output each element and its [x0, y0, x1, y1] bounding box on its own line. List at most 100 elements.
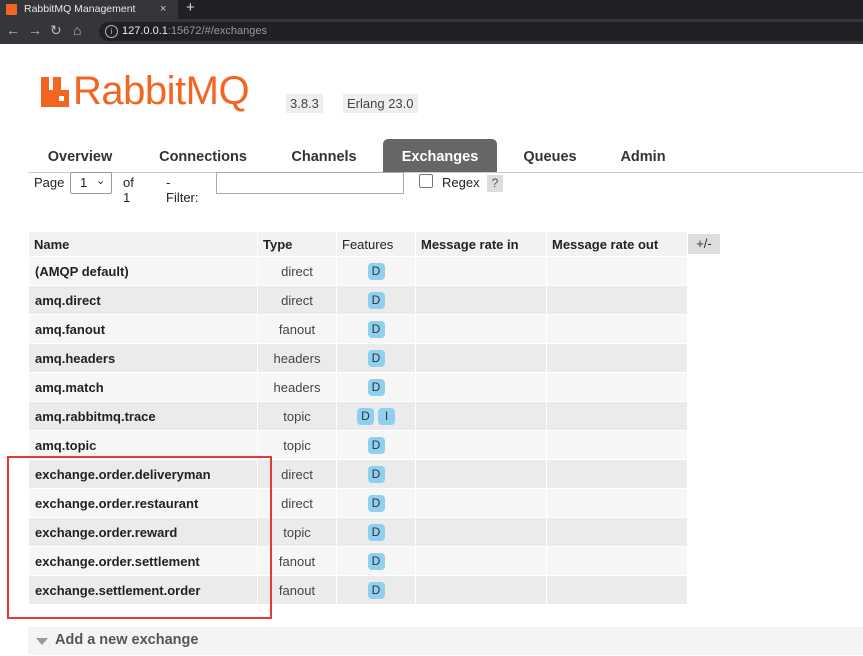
- message-rate-out: [546, 285, 688, 315]
- main-nav: Overview Connections Channels Exchanges …: [28, 139, 863, 173]
- tab-queues[interactable]: Queues: [512, 139, 588, 173]
- page-label: Page: [34, 175, 65, 190]
- message-rate-out: [546, 517, 688, 547]
- message-rate-in: [415, 343, 547, 373]
- message-rate-out: [546, 343, 688, 373]
- exchange-features: D: [336, 372, 416, 402]
- message-rate-out: [546, 401, 688, 431]
- feature-badge: D: [367, 494, 385, 512]
- exchange-name-link[interactable]: amq.direct: [28, 285, 258, 315]
- regex-checkbox[interactable]: [419, 174, 433, 188]
- message-rate-out: [546, 314, 688, 344]
- message-rate-out: [546, 546, 688, 576]
- message-rate-in: [415, 575, 547, 605]
- browser-tab[interactable]: RabbitMQ Management ×: [0, 0, 178, 19]
- info-icon[interactable]: i: [105, 25, 118, 38]
- message-rate-in: [415, 256, 547, 286]
- new-tab-icon[interactable]: +: [186, 0, 195, 16]
- address-bar[interactable]: i 127.0.0.1:15672/#/exchanges: [99, 22, 863, 41]
- reload-icon[interactable]: ↻: [50, 22, 62, 39]
- exchange-features: D: [336, 314, 416, 344]
- browser-tabbar: RabbitMQ Management × +: [0, 0, 863, 19]
- exchange-type: topic: [257, 401, 337, 431]
- tab-exchanges[interactable]: Exchanges: [383, 139, 497, 173]
- columns-toggle-button[interactable]: +/-: [688, 234, 720, 254]
- exchange-name-link[interactable]: (AMQP default): [28, 256, 258, 286]
- message-rate-out: [546, 488, 688, 518]
- table-row: amq.direct direct D: [28, 285, 688, 315]
- page-select-value: 1: [80, 175, 88, 190]
- highlight-box: [7, 456, 272, 619]
- column-header-features: Features: [336, 231, 416, 257]
- message-rate-in: [415, 488, 547, 518]
- column-header-name[interactable]: Name: [28, 231, 258, 257]
- exchange-features: DI: [336, 401, 416, 431]
- feature-badge: D: [367, 378, 385, 396]
- filter-input[interactable]: [216, 172, 404, 194]
- message-rate-out: [546, 372, 688, 402]
- exchange-features: D: [336, 285, 416, 315]
- table-row: amq.fanout fanout D: [28, 314, 688, 344]
- table-row: amq.headers headers D: [28, 343, 688, 373]
- add-exchange-section[interactable]: Add a new exchange: [28, 627, 863, 655]
- feature-badge: I: [378, 407, 395, 425]
- exchange-name-link[interactable]: amq.match: [28, 372, 258, 402]
- home-icon[interactable]: ⌂: [73, 22, 81, 38]
- message-rate-out: [546, 459, 688, 489]
- help-icon[interactable]: ?: [487, 175, 503, 192]
- column-header-type[interactable]: Type: [257, 231, 337, 257]
- add-exchange-label: Add a new exchange: [55, 632, 199, 648]
- page-select[interactable]: 1 ⌄: [70, 172, 112, 194]
- exchange-features: D: [336, 488, 416, 518]
- erlang-version-badge: Erlang 23.0: [343, 94, 418, 113]
- exchange-features: D: [336, 546, 416, 576]
- tab-channels[interactable]: Channels: [278, 139, 370, 173]
- feature-badge: D: [367, 581, 385, 599]
- rabbitmq-logo-icon: [41, 77, 69, 107]
- exchange-features: D: [336, 575, 416, 605]
- message-rate-out: [546, 256, 688, 286]
- message-rate-in: [415, 372, 547, 402]
- feature-badge: D: [367, 262, 385, 280]
- table-row: amq.match headers D: [28, 372, 688, 402]
- message-rate-in: [415, 314, 547, 344]
- table-row: (AMQP default) direct D: [28, 256, 688, 286]
- tab-admin[interactable]: Admin: [606, 139, 680, 173]
- exchange-type: fanout: [257, 314, 337, 344]
- message-rate-in: [415, 430, 547, 460]
- url-text: 127.0.0.1:15672/#/exchanges: [122, 25, 267, 37]
- collapse-arrow-icon: [36, 638, 48, 645]
- browser-navbar: ← → ↻ ⌂ i 127.0.0.1:15672/#/exchanges: [0, 19, 863, 44]
- column-header-rate-in[interactable]: Message rate in: [415, 231, 547, 257]
- tabs-divider: [28, 172, 863, 173]
- table-row: amq.rabbitmq.trace topic D I: [28, 401, 688, 431]
- exchange-type: headers: [257, 343, 337, 373]
- exchange-name-link[interactable]: amq.headers: [28, 343, 258, 373]
- exchange-features: D: [336, 343, 416, 373]
- exchange-name-link[interactable]: amq.rabbitmq.trace: [28, 401, 258, 431]
- exchange-features: D: [336, 517, 416, 547]
- back-icon[interactable]: ←: [6, 22, 20, 38]
- exchange-name-link[interactable]: amq.fanout: [28, 314, 258, 344]
- exchange-type: headers: [257, 372, 337, 402]
- logo-text: RabbitMQ: [73, 69, 250, 113]
- tab-overview[interactable]: Overview: [28, 139, 132, 173]
- forward-icon[interactable]: →: [28, 22, 42, 38]
- message-rate-out: [546, 575, 688, 605]
- message-rate-in: [415, 546, 547, 576]
- feature-badge: D: [367, 523, 385, 541]
- tab-connections[interactable]: Connections: [143, 139, 263, 173]
- message-rate-in: [415, 459, 547, 489]
- message-rate-in: [415, 285, 547, 315]
- feature-badge: D: [367, 552, 385, 570]
- feature-badge: D: [367, 291, 385, 309]
- page-count: of 1: [123, 175, 134, 205]
- browser-tab-title: RabbitMQ Management: [24, 3, 136, 15]
- close-tab-icon[interactable]: ×: [160, 0, 166, 19]
- message-rate-out: [546, 430, 688, 460]
- feature-badge: D: [367, 349, 385, 367]
- feature-badge: D: [367, 465, 385, 483]
- feature-badge: D: [367, 320, 385, 338]
- column-header-rate-out[interactable]: Message rate out: [546, 231, 688, 257]
- exchange-type: direct: [257, 285, 337, 315]
